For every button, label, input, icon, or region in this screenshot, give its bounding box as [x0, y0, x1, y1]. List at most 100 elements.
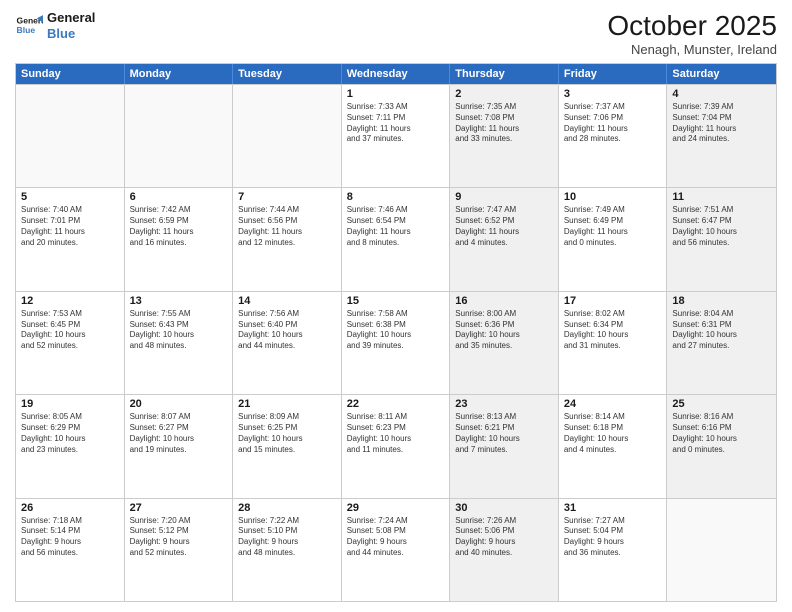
cell-text: Sunrise: 7:20 AM Sunset: 5:12 PM Dayligh…	[130, 516, 228, 559]
header-day-tuesday: Tuesday	[233, 64, 342, 84]
cell-text: Sunrise: 8:09 AM Sunset: 6:25 PM Dayligh…	[238, 412, 336, 455]
cal-cell: 9 Sunrise: 7:47 AM Sunset: 6:52 PM Daylig…	[450, 188, 559, 290]
cal-cell: 1Sunrise: 7:33 AM Sunset: 7:11 PM Daylig…	[342, 85, 451, 187]
calendar: SundayMondayTuesdayWednesdayThursdayFrid…	[15, 63, 777, 602]
cell-text: Sunrise: 8:13 AM Sunset: 6:21 PM Dayligh…	[455, 412, 553, 455]
day-number: 5	[21, 191, 119, 203]
cell-text: Sunrise: 8:04 AM Sunset: 6:31 PM Dayligh…	[672, 309, 771, 352]
day-number: 16	[455, 295, 553, 307]
logo: General Blue General Blue	[15, 10, 95, 41]
day-number: 24	[564, 398, 662, 410]
cell-text: Sunrise: 7:53 AM Sunset: 6:45 PM Dayligh…	[21, 309, 119, 352]
cell-text: Sunrise: 7:47 AM Sunset: 6:52 PM Dayligh…	[455, 205, 553, 248]
header-day-saturday: Saturday	[667, 64, 776, 84]
cal-cell: 27 Sunrise: 7:20 AM Sunset: 5:12 PM Dayli…	[125, 499, 234, 601]
cal-cell: 18 Sunrise: 8:04 AM Sunset: 6:31 PM Dayli…	[667, 292, 776, 394]
day-number: 21	[238, 398, 336, 410]
cal-cell	[125, 85, 234, 187]
cal-cell: 13 Sunrise: 7:55 AM Sunset: 6:43 PM Dayli…	[125, 292, 234, 394]
cell-text: Sunrise: 8:14 AM Sunset: 6:18 PM Dayligh…	[564, 412, 662, 455]
day-number: 31	[564, 502, 662, 514]
day-number: 19	[21, 398, 119, 410]
day-number: 6	[130, 191, 228, 203]
day-number: 3	[564, 88, 662, 100]
day-number: 9	[455, 191, 553, 203]
day-number: 15	[347, 295, 445, 307]
cal-cell: 14 Sunrise: 7:56 AM Sunset: 6:40 PM Dayli…	[233, 292, 342, 394]
cell-text: Sunrise: 7:37 AM Sunset: 7:06 PM Dayligh…	[564, 102, 662, 145]
cal-cell: 31 Sunrise: 7:27 AM Sunset: 5:04 PM Dayli…	[559, 499, 668, 601]
cal-cell: 11 Sunrise: 7:51 AM Sunset: 6:47 PM Dayli…	[667, 188, 776, 290]
cell-text: Sunrise: 7:51 AM Sunset: 6:47 PM Dayligh…	[672, 205, 771, 248]
day-number: 8	[347, 191, 445, 203]
cal-cell: 10Sunrise: 7:49 AM Sunset: 6:49 PM Dayli…	[559, 188, 668, 290]
location: Nenagh, Munster, Ireland	[607, 42, 777, 57]
day-number: 20	[130, 398, 228, 410]
cell-text: Sunrise: 7:55 AM Sunset: 6:43 PM Dayligh…	[130, 309, 228, 352]
page: General Blue General Blue October 2025 N…	[0, 0, 792, 612]
day-number: 26	[21, 502, 119, 514]
day-number: 22	[347, 398, 445, 410]
day-number: 25	[672, 398, 771, 410]
day-number: 17	[564, 295, 662, 307]
cal-row: 19 Sunrise: 8:05 AM Sunset: 6:29 PM Dayli…	[16, 394, 776, 497]
day-number: 7	[238, 191, 336, 203]
cell-text: Sunrise: 8:11 AM Sunset: 6:23 PM Dayligh…	[347, 412, 445, 455]
cell-text: Sunrise: 7:39 AM Sunset: 7:04 PM Dayligh…	[672, 102, 771, 145]
cal-row: 26Sunrise: 7:18 AM Sunset: 5:14 PM Dayli…	[16, 498, 776, 601]
cal-cell: 15 Sunrise: 7:58 AM Sunset: 6:38 PM Dayli…	[342, 292, 451, 394]
cal-row: 1Sunrise: 7:33 AM Sunset: 7:11 PM Daylig…	[16, 84, 776, 187]
day-number: 11	[672, 191, 771, 203]
cal-cell: 21 Sunrise: 8:09 AM Sunset: 6:25 PM Dayli…	[233, 395, 342, 497]
cal-cell: 2 Sunrise: 7:35 AM Sunset: 7:08 PM Daylig…	[450, 85, 559, 187]
cal-cell: 12 Sunrise: 7:53 AM Sunset: 6:45 PM Dayli…	[16, 292, 125, 394]
cal-cell: 3 Sunrise: 7:37 AM Sunset: 7:06 PM Daylig…	[559, 85, 668, 187]
cell-text: Sunrise: 7:40 AM Sunset: 7:01 PM Dayligh…	[21, 205, 119, 248]
cal-row: 12 Sunrise: 7:53 AM Sunset: 6:45 PM Dayli…	[16, 291, 776, 394]
cal-cell: 29Sunrise: 7:24 AM Sunset: 5:08 PM Dayli…	[342, 499, 451, 601]
cal-cell: 5 Sunrise: 7:40 AM Sunset: 7:01 PM Daylig…	[16, 188, 125, 290]
cell-text: Sunrise: 8:16 AM Sunset: 6:16 PM Dayligh…	[672, 412, 771, 455]
logo-icon: General Blue	[15, 12, 43, 40]
day-number: 10	[564, 191, 662, 203]
cell-text: Sunrise: 7:56 AM Sunset: 6:40 PM Dayligh…	[238, 309, 336, 352]
cell-text: Sunrise: 7:24 AM Sunset: 5:08 PM Dayligh…	[347, 516, 445, 559]
cal-cell: 20 Sunrise: 8:07 AM Sunset: 6:27 PM Dayli…	[125, 395, 234, 497]
day-number: 28	[238, 502, 336, 514]
title-block: October 2025 Nenagh, Munster, Ireland	[607, 10, 777, 57]
day-number: 2	[455, 88, 553, 100]
cell-text: Sunrise: 7:58 AM Sunset: 6:38 PM Dayligh…	[347, 309, 445, 352]
calendar-body: 1Sunrise: 7:33 AM Sunset: 7:11 PM Daylig…	[16, 84, 776, 601]
cal-cell: 22 Sunrise: 8:11 AM Sunset: 6:23 PM Dayli…	[342, 395, 451, 497]
cal-row: 5 Sunrise: 7:40 AM Sunset: 7:01 PM Daylig…	[16, 187, 776, 290]
header-day-friday: Friday	[559, 64, 668, 84]
cal-cell: 26Sunrise: 7:18 AM Sunset: 5:14 PM Dayli…	[16, 499, 125, 601]
cell-text: Sunrise: 7:35 AM Sunset: 7:08 PM Dayligh…	[455, 102, 553, 145]
cell-text: Sunrise: 8:07 AM Sunset: 6:27 PM Dayligh…	[130, 412, 228, 455]
cal-cell: 30Sunrise: 7:26 AM Sunset: 5:06 PM Dayli…	[450, 499, 559, 601]
cal-cell: 16 Sunrise: 8:00 AM Sunset: 6:36 PM Dayli…	[450, 292, 559, 394]
day-number: 23	[455, 398, 553, 410]
cell-text: Sunrise: 7:33 AM Sunset: 7:11 PM Dayligh…	[347, 102, 445, 145]
cal-cell	[667, 499, 776, 601]
calendar-header: SundayMondayTuesdayWednesdayThursdayFrid…	[16, 64, 776, 84]
header-day-wednesday: Wednesday	[342, 64, 451, 84]
day-number: 14	[238, 295, 336, 307]
header-day-thursday: Thursday	[450, 64, 559, 84]
cell-text: Sunrise: 7:42 AM Sunset: 6:59 PM Dayligh…	[130, 205, 228, 248]
cell-text: Sunrise: 7:26 AM Sunset: 5:06 PM Dayligh…	[455, 516, 553, 559]
cell-text: Sunrise: 8:05 AM Sunset: 6:29 PM Dayligh…	[21, 412, 119, 455]
day-number: 12	[21, 295, 119, 307]
day-number: 13	[130, 295, 228, 307]
header: General Blue General Blue October 2025 N…	[15, 10, 777, 57]
svg-text:Blue: Blue	[17, 25, 36, 35]
cal-cell: 6 Sunrise: 7:42 AM Sunset: 6:59 PM Daylig…	[125, 188, 234, 290]
day-number: 4	[672, 88, 771, 100]
header-day-monday: Monday	[125, 64, 234, 84]
cell-text: Sunrise: 7:46 AM Sunset: 6:54 PM Dayligh…	[347, 205, 445, 248]
cell-text: Sunrise: 8:00 AM Sunset: 6:36 PM Dayligh…	[455, 309, 553, 352]
cell-text: Sunrise: 7:27 AM Sunset: 5:04 PM Dayligh…	[564, 516, 662, 559]
day-number: 18	[672, 295, 771, 307]
cal-cell: 17Sunrise: 8:02 AM Sunset: 6:34 PM Dayli…	[559, 292, 668, 394]
day-number: 27	[130, 502, 228, 514]
